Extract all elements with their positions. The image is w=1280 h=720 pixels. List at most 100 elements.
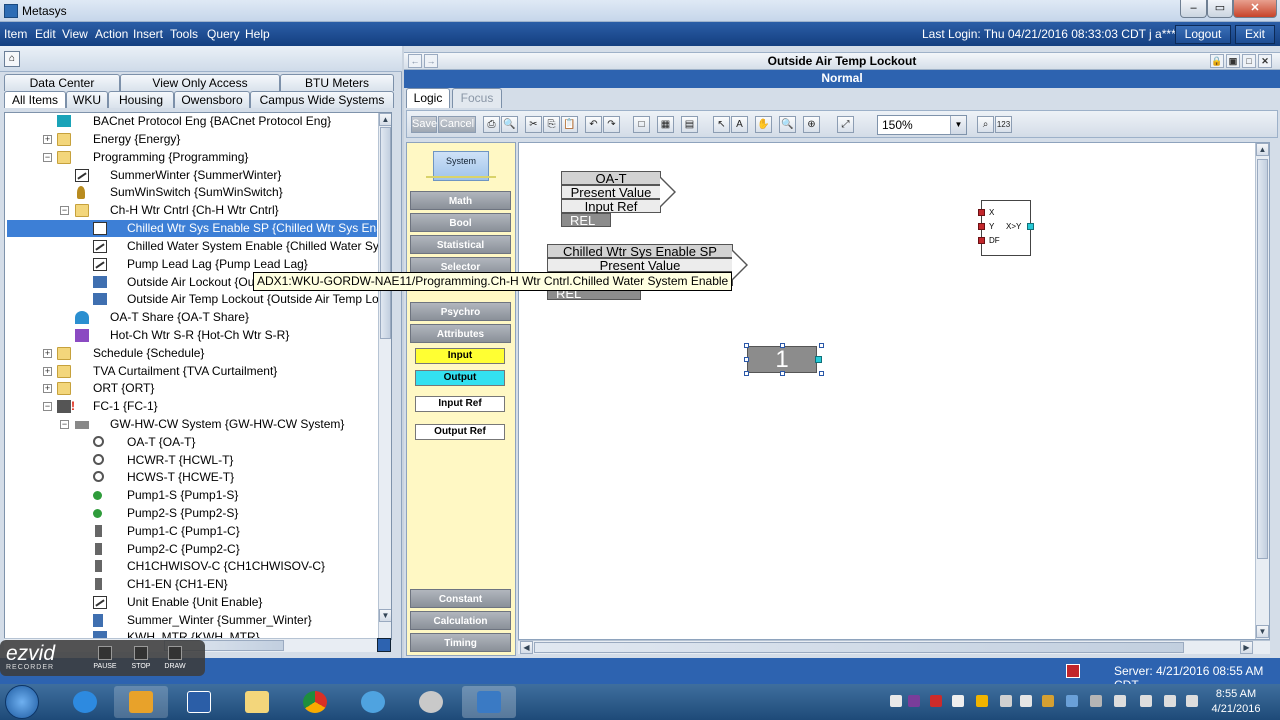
- tree-item[interactable]: Hot-Ch Wtr S-R {Hot-Ch Wtr S-R}: [5, 327, 379, 344]
- tree-item[interactable]: Unit Enable {Unit Enable}: [5, 594, 379, 611]
- exit-button[interactable]: Exit: [1235, 25, 1275, 44]
- select-pointer-icon[interactable]: ↖: [713, 116, 730, 133]
- tree-item[interactable]: + Schedule {Schedule}: [5, 345, 379, 362]
- tab-view-only-access[interactable]: View Only Access: [120, 74, 280, 91]
- palette-math[interactable]: Math: [410, 191, 511, 210]
- expand-icon[interactable]: +: [43, 367, 52, 376]
- zoom-icon[interactable]: 🔍: [779, 116, 796, 133]
- collapse-icon[interactable]: −: [43, 402, 52, 411]
- selection-handle[interactable]: [819, 371, 824, 376]
- palette-output[interactable]: Output: [415, 370, 505, 386]
- tree-item[interactable]: − Ch-H Wtr Cntrl {Ch-H Wtr Cntrl}: [5, 202, 379, 219]
- tab-logic[interactable]: Logic: [406, 88, 450, 108]
- home-icon[interactable]: ⌂: [4, 51, 20, 67]
- tab-wku[interactable]: WKU: [66, 91, 108, 108]
- taskbar-clock[interactable]: 8:55 AM 4/21/2016: [1206, 687, 1266, 717]
- canvas-horizontal-scrollbar[interactable]: ◀ ▶: [518, 640, 1270, 654]
- tree-item[interactable]: HCWR-T {HCWL-T}: [5, 452, 379, 469]
- canvas-vertical-scrollbar[interactable]: ▲ ▼: [1255, 143, 1269, 639]
- tree-item[interactable]: HCWS-T {HCWE-T}: [5, 469, 379, 486]
- paste-icon[interactable]: 📋: [561, 116, 578, 133]
- expand-icon[interactable]: +: [43, 349, 52, 358]
- scroll-up-icon[interactable]: ▲: [1256, 143, 1269, 156]
- volume-icon[interactable]: [1114, 695, 1126, 707]
- tree-item[interactable]: Pump2-C {Pump2-C}: [5, 541, 379, 558]
- selection-handle[interactable]: [744, 357, 749, 362]
- draw-button[interactable]: DRAW: [160, 644, 190, 672]
- tree-item[interactable]: − Programming {Programming}: [5, 149, 379, 166]
- alarm-indicator-icon[interactable]: [1066, 664, 1080, 678]
- action-center-icon[interactable]: [1164, 695, 1176, 707]
- tree-item[interactable]: + TVA Curtailment {TVA Curtailment}: [5, 363, 379, 380]
- menu-edit[interactable]: Edit: [35, 27, 56, 41]
- tray-icon[interactable]: [976, 695, 988, 707]
- close-pane-icon[interactable]: ✕: [1258, 54, 1272, 68]
- selection-handle[interactable]: [780, 343, 785, 348]
- logout-button[interactable]: Logout: [1175, 25, 1231, 44]
- print-icon[interactable]: ⎙: [483, 116, 500, 133]
- palette-attributes[interactable]: Attributes: [410, 324, 511, 343]
- speaker-icon[interactable]: [1186, 695, 1198, 707]
- pan-hand-icon[interactable]: ✋: [755, 116, 772, 133]
- input-pin[interactable]: [978, 223, 985, 230]
- tree-item[interactable]: Summer_Winter {Summer_Winter}: [5, 612, 379, 629]
- menu-tools[interactable]: Tools: [170, 27, 198, 41]
- taskbar-word[interactable]: [172, 686, 226, 718]
- selection-handle[interactable]: [819, 343, 824, 348]
- tab-all-items[interactable]: All Items: [4, 91, 66, 108]
- tree-item[interactable]: CH1-EN {CH1-EN}: [5, 576, 379, 593]
- undo-icon[interactable]: ↶: [585, 116, 602, 133]
- palette-input[interactable]: Input: [415, 348, 505, 364]
- tree-item[interactable]: BACnet Protocol Eng {BACnet Protocol Eng…: [5, 113, 379, 130]
- tray-icon[interactable]: [952, 695, 964, 707]
- tree-item[interactable]: − GW-HW-CW System {GW-HW-CW System}: [5, 416, 379, 433]
- onenote-icon[interactable]: [908, 695, 920, 707]
- lock-icon[interactable]: 🔒: [1210, 54, 1224, 68]
- cancel-button[interactable]: Cancel: [438, 116, 476, 133]
- tree-item[interactable]: Outside Air Temp Lockout {Outside Air Te…: [5, 291, 379, 308]
- palette-bool[interactable]: Bool: [410, 213, 511, 232]
- scroll-down-icon[interactable]: ▼: [1256, 625, 1269, 638]
- print-preview-icon[interactable]: 🔍: [501, 116, 518, 133]
- tray-icon[interactable]: [890, 695, 902, 707]
- scroll-down-icon[interactable]: ▼: [379, 609, 391, 622]
- tab-campus-wide-systems[interactable]: Campus Wide Systems: [250, 91, 394, 108]
- tree-item[interactable]: OA-T {OA-T}: [5, 434, 379, 451]
- palette-constant[interactable]: Constant: [410, 589, 511, 608]
- forward-icon[interactable]: →: [424, 54, 438, 68]
- selection-handle[interactable]: [780, 371, 785, 376]
- copy-icon[interactable]: ⎘: [543, 116, 560, 133]
- tree-item[interactable]: Pump Lead Lag {Pump Lead Lag}: [5, 256, 379, 273]
- maximize-button[interactable]: ▭: [1207, 0, 1233, 18]
- restore-icon[interactable]: ▣: [1226, 54, 1240, 68]
- tab-btu-meters[interactable]: BTU Meters: [280, 74, 394, 91]
- tab-housing[interactable]: Housing: [108, 91, 174, 108]
- start-button[interactable]: [5, 685, 39, 719]
- tray-icon[interactable]: [1020, 695, 1032, 707]
- taskbar-chrome[interactable]: [288, 686, 342, 718]
- menu-item[interactable]: Item: [4, 27, 27, 41]
- menu-view[interactable]: View: [62, 27, 88, 41]
- taskbar-app[interactable]: [346, 686, 400, 718]
- zoom-in-icon[interactable]: ⊕: [803, 116, 820, 133]
- tree-item[interactable]: Pump1-S {Pump1-S}: [5, 487, 379, 504]
- selection-handle[interactable]: [744, 371, 749, 376]
- taskbar-explorer[interactable]: [230, 686, 284, 718]
- menu-help[interactable]: Help: [245, 27, 270, 41]
- numbering-icon[interactable]: 123: [995, 116, 1012, 133]
- menu-insert[interactable]: Insert: [133, 27, 163, 41]
- fit-to-window-icon[interactable]: ⤢: [837, 116, 854, 133]
- maximize-pane-icon[interactable]: □: [1242, 54, 1256, 68]
- cut-icon[interactable]: ✂: [525, 116, 542, 133]
- grid-on-icon[interactable]: ▦: [657, 116, 674, 133]
- scroll-thumb[interactable]: [534, 642, 1184, 653]
- selection-handle[interactable]: [744, 343, 749, 348]
- output-pin[interactable]: [1027, 223, 1034, 230]
- tray-icon[interactable]: [1042, 695, 1054, 707]
- palette-timing[interactable]: Timing: [410, 633, 511, 652]
- expand-icon[interactable]: +: [43, 384, 52, 393]
- palette-psychro[interactable]: Psychro: [410, 302, 511, 321]
- menu-query[interactable]: Query: [207, 27, 240, 41]
- chevron-down-icon[interactable]: ▼: [950, 116, 966, 134]
- pause-button[interactable]: PAUSE: [90, 644, 120, 672]
